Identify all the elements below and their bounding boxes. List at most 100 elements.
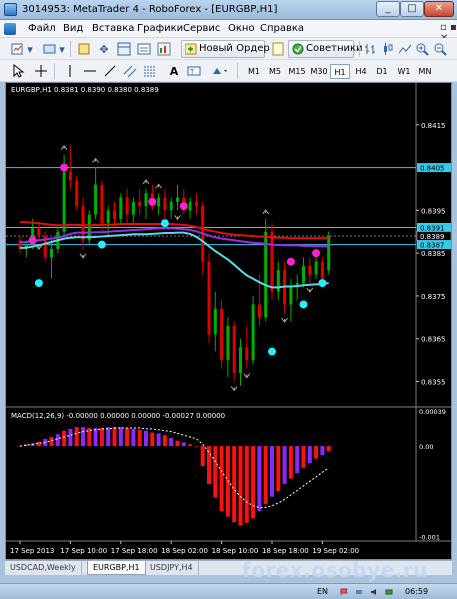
price-chart[interactable]: 0.8415 0.8395 0.8385 0.8375 0.8365 0.8355 0.84… — [6, 83, 451, 559]
battery-icon[interactable] — [385, 588, 393, 596]
macd-histogram-bar — [99, 427, 104, 447]
menu-file[interactable]: Файл — [28, 23, 56, 34]
flag-icon[interactable] — [340, 588, 348, 596]
menu-charts[interactable]: Графики — [137, 23, 183, 34]
vertical-line-icon[interactable] — [62, 63, 78, 79]
minimize-button[interactable]: _ — [376, 1, 400, 17]
timeframe-w1[interactable]: W1 — [394, 64, 414, 79]
window-title: 3014953: MetaTrader 4 - RoboForex - [EUR… — [22, 4, 278, 15]
candle-body — [144, 193, 148, 207]
new-order-button[interactable]: Новый Ордер — [181, 40, 270, 58]
magenta-signal-dot — [28, 236, 37, 245]
expert-advisors-button[interactable]: Советники — [288, 40, 363, 58]
dropdown-arrow-icon[interactable]: ▾ — [26, 41, 34, 57]
chart-window-icon[interactable] — [4, 23, 16, 35]
timeframe-m30[interactable]: M30 — [309, 64, 329, 79]
strategy-tester-icon[interactable] — [156, 41, 172, 57]
timeframe-m1[interactable]: M1 — [244, 64, 264, 79]
tab-usdcad-weekly[interactable]: USDCAD,Weekly — [5, 561, 82, 575]
macd-histogram-bar — [169, 437, 174, 447]
navigator-icon[interactable]: ✥ — [96, 41, 112, 57]
standard-toolbar: ▾ ▾ ✥ Новый Ордер Советники — [0, 38, 457, 60]
time-tick-label: 18 Sep 10:00 — [212, 547, 259, 555]
close-button[interactable]: ✕ — [424, 1, 454, 17]
metaeditor-icon[interactable] — [270, 41, 286, 57]
timeframe-mn[interactable]: MN — [415, 64, 435, 79]
separator — [70, 41, 71, 57]
dropdown-arrow-icon[interactable]: ▾ — [58, 41, 66, 57]
price-tick-label: 0.8355 — [421, 378, 446, 386]
fractal-up-marker — [155, 183, 162, 189]
network-icon[interactable] — [355, 588, 363, 596]
chart-window[interactable]: 0.8415 0.8395 0.8385 0.8375 0.8365 0.8355 0.84… — [5, 82, 452, 560]
zoom-out-icon[interactable] — [432, 41, 448, 57]
time-tick-label: 18 Sep 02:00 — [161, 547, 208, 555]
cursor-icon[interactable] — [10, 63, 26, 79]
terminal-icon[interactable] — [136, 41, 152, 57]
tab-eurgbp-h1[interactable]: EURGBP,H1 — [87, 561, 146, 575]
tab-usdjpy-h4[interactable]: USDJPY,H4 — [145, 561, 199, 575]
line-studies-toolbar: A T M1 M5 M15 M30 H1 H4 D1 W1 MN — [0, 60, 457, 82]
zoom-in-icon[interactable] — [414, 41, 430, 57]
candlestick-chart-icon[interactable] — [380, 41, 396, 57]
text-tool-icon[interactable]: A — [166, 63, 182, 79]
title-bar: 3014953: MetaTrader 4 - RoboForex - [EUR… — [0, 0, 457, 20]
crosshair-icon[interactable] — [33, 63, 49, 79]
timeframe-d1[interactable]: D1 — [372, 64, 392, 79]
macd-histogram-bar — [238, 446, 243, 526]
macd-histogram-bar — [81, 427, 85, 447]
menu-view[interactable]: Вид — [63, 23, 83, 34]
candle-body — [125, 197, 129, 215]
cyan-signal-dot — [97, 240, 106, 249]
fractal-down-marker — [281, 317, 288, 323]
bar-chart-icon[interactable] — [363, 41, 379, 57]
price-tick-label: 0.8375 — [421, 293, 446, 301]
macd-histogram-bar — [175, 440, 180, 447]
profiles-icon[interactable] — [42, 41, 58, 57]
macd-histogram-bar — [282, 446, 287, 485]
maximize-button[interactable]: □ — [400, 1, 424, 17]
macd-histogram-bar — [112, 427, 117, 447]
time-tick-label: 17 Sep 18:00 — [111, 547, 158, 555]
price-badge-label: 0.8391 — [420, 224, 445, 232]
data-window-icon[interactable] — [116, 41, 132, 57]
market-watch-icon[interactable] — [76, 41, 92, 57]
macd-histogram-bar — [125, 427, 130, 447]
macd-histogram-bar — [194, 446, 199, 447]
magenta-signal-dot — [148, 197, 157, 206]
candle-body — [169, 201, 173, 211]
timeframe-m15[interactable]: M15 — [287, 64, 307, 79]
horizontal-line-icon[interactable] — [82, 63, 98, 79]
expert-advisors-label: Советники — [306, 43, 363, 54]
candle-body — [251, 304, 255, 361]
menu-help[interactable]: Справка — [260, 23, 304, 34]
macd-histogram-bar — [68, 428, 73, 447]
menu-window[interactable]: Окно — [228, 23, 255, 34]
candle-body — [157, 197, 161, 207]
menu-tools[interactable]: Сервис — [183, 23, 220, 34]
line-chart-icon[interactable] — [397, 41, 413, 57]
candle-body — [75, 180, 79, 207]
arrows-tool-icon[interactable] — [209, 63, 231, 79]
timeframe-h1[interactable]: H1 — [330, 64, 350, 79]
macd-histogram-bar — [62, 430, 67, 447]
macd-tick-label: 0.00 — [419, 443, 433, 451]
language-indicator[interactable]: EN — [317, 587, 328, 596]
macd-histogram-bar — [288, 446, 293, 479]
candle-body — [138, 201, 142, 207]
timeframe-m5[interactable]: M5 — [265, 64, 285, 79]
macd-histogram-bar — [144, 430, 148, 447]
text-label-icon[interactable]: T — [186, 63, 202, 79]
magenta-signal-dot — [60, 163, 69, 172]
price-tick-label: 0.8415 — [421, 122, 446, 130]
trendline-icon[interactable] — [102, 63, 118, 79]
macd-histogram-bar — [276, 446, 281, 492]
fibonacci-icon[interactable] — [142, 63, 158, 79]
menu-insert[interactable]: Вставка — [92, 23, 134, 34]
equidistant-channel-icon[interactable] — [122, 63, 138, 79]
new-chart-icon[interactable] — [10, 41, 26, 57]
timeframe-h4[interactable]: H4 — [351, 64, 371, 79]
volume-icon[interactable] — [370, 588, 378, 596]
watermark-text: forex.osobye.ru — [242, 558, 428, 582]
cyan-moving-average-line — [19, 231, 329, 289]
